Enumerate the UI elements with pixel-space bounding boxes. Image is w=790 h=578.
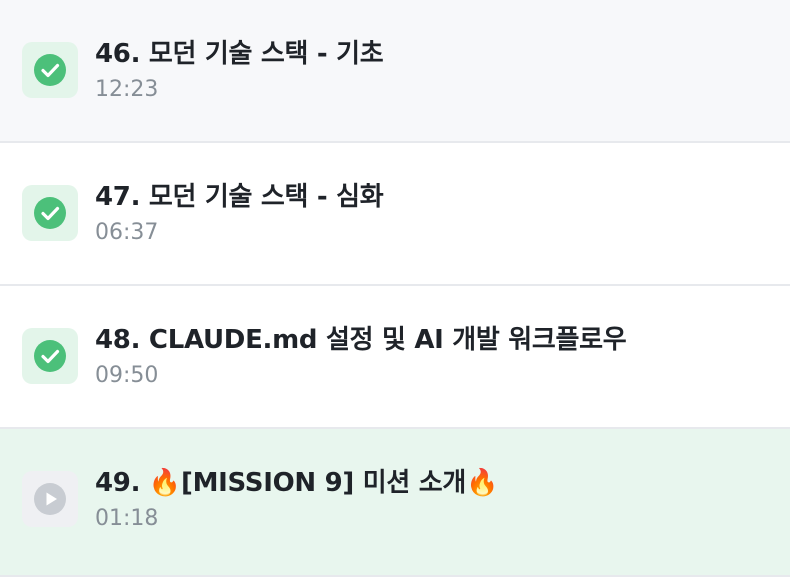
lesson-item-49[interactable]: 49. 🔥[MISSION 9] 미션 소개🔥 01:18 [0, 429, 790, 577]
lesson-duration: 06:37 [95, 220, 159, 245]
check-circle-icon [22, 42, 78, 98]
lesson-list: 46. 모던 기술 스택 - 기초 12:23 47. 모던 기술 스택 - 심… [0, 0, 790, 578]
lesson-duration: 09:50 [95, 363, 159, 388]
check-circle-icon [22, 328, 78, 384]
lesson-title: 49. 🔥[MISSION 9] 미션 소개🔥 [95, 468, 499, 498]
lesson-title: 46. 모던 기술 스택 - 기초 [95, 39, 384, 69]
lesson-title: 48. CLAUDE.md 설정 및 AI 개발 워크플로우 [95, 325, 627, 355]
lesson-duration: 12:23 [95, 77, 159, 102]
check-circle-icon [22, 185, 78, 241]
lesson-item-48[interactable]: 48. CLAUDE.md 설정 및 AI 개발 워크플로우 09:50 [0, 286, 790, 429]
lesson-item-47[interactable]: 47. 모던 기술 스택 - 심화 06:37 [0, 143, 790, 286]
lesson-duration: 01:18 [95, 506, 159, 531]
lesson-title: 47. 모던 기술 스택 - 심화 [95, 182, 384, 212]
play-circle-icon [22, 471, 78, 527]
lesson-item-46[interactable]: 46. 모던 기술 스택 - 기초 12:23 [0, 0, 790, 143]
